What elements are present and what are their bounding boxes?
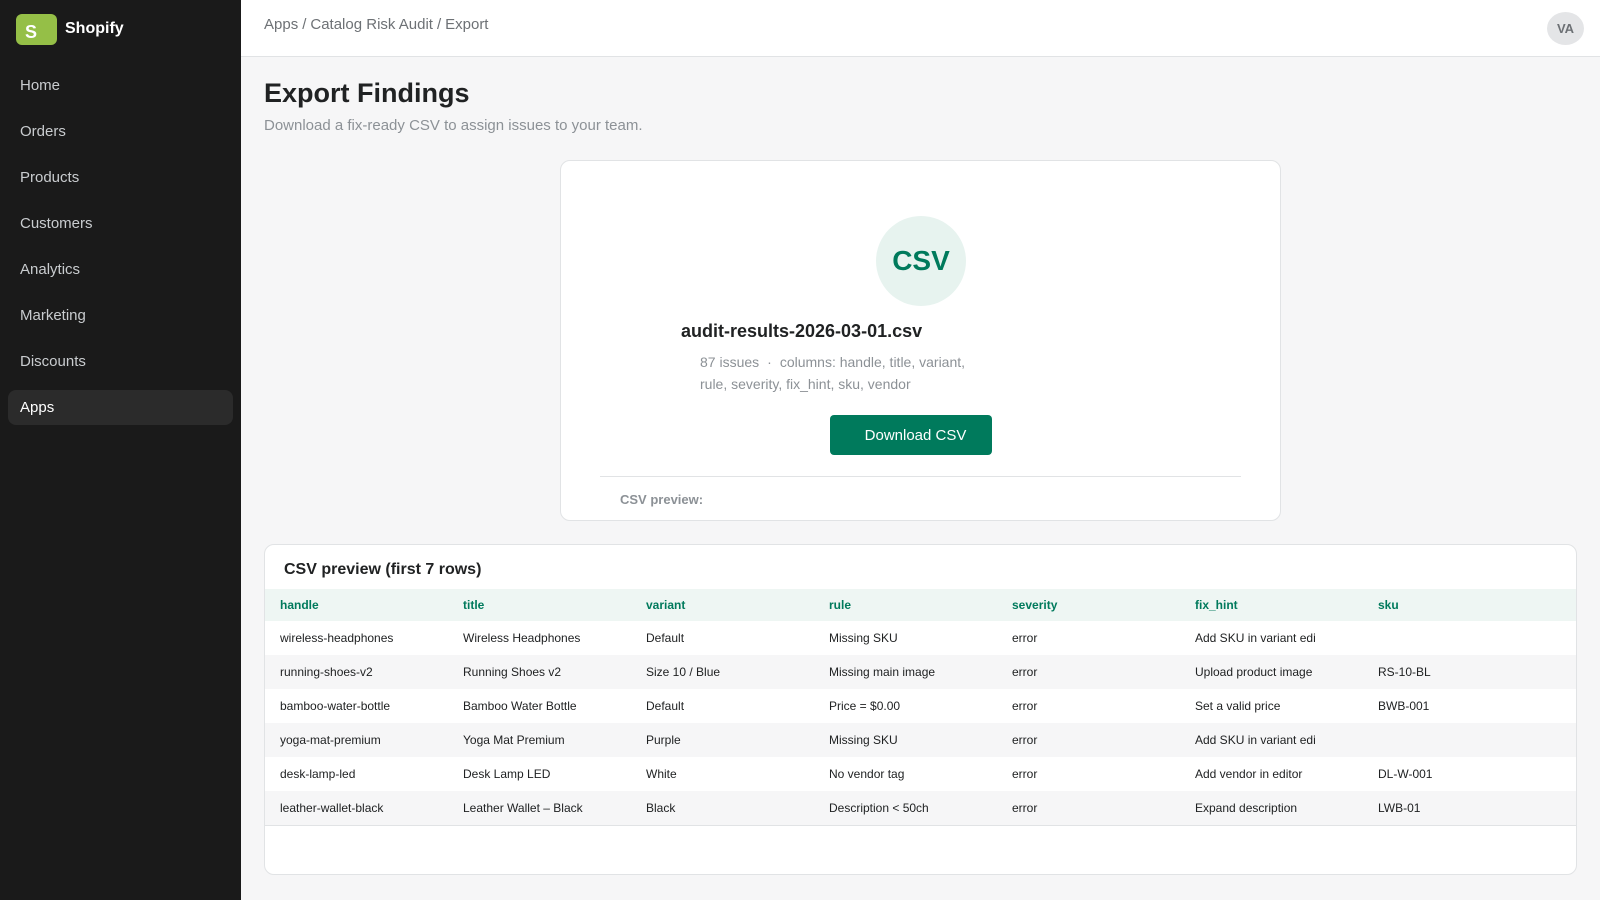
table-cell: yoga-mat-premium [265,723,448,757]
table-cell: Size 10 / Blue [631,655,814,689]
table-cell: Default [646,699,685,713]
sidebar-item-discounts[interactable]: Discounts [8,344,233,379]
table-cell: error [1012,631,1038,645]
breadcrumb-current: Export [445,16,489,33]
table-cell: leather-wallet-black [265,791,448,826]
shopify-logo-icon: S [16,13,57,45]
table-cell: Missing main image [814,655,997,689]
table-cell: running-shoes-v2 [265,655,448,689]
table-cell: Add SKU in variant edi [1180,723,1363,757]
export-card: CSV audit-results-2026-03-01.csv 87 issu… [560,160,1281,521]
table-cell: Bamboo Water Bottle [463,699,577,713]
table-cell: error [997,655,1180,689]
file-meta: 87 issues · columns: handle, title, varian… [700,351,990,395]
table-cell: Add SKU in variant edi [1195,631,1316,645]
table-row: wireless-headphones Wireless Headphones … [265,621,1576,655]
avatar[interactable]: VA [1547,12,1584,45]
meta-separator: · [767,354,772,370]
page-subtitle: Download a fix-ready CSV to assign issue… [264,117,643,134]
download-csv-label: Download CSV [864,426,967,444]
csv-preview-caption: CSV preview: [620,492,704,507]
table-cell: Desk Lamp LED [463,767,551,781]
table-cell: DL-W-001 [1378,767,1433,781]
sidebar-item-marketing[interactable]: Marketing [8,298,233,333]
column-header: title [448,589,631,621]
table-cell: BWB-001 [1378,699,1430,713]
table-cell: Expand description [1180,791,1363,826]
sidebar-item-analytics[interactable]: Analytics [8,252,233,287]
breadcrumb: Apps / Catalog Risk Audit / Export [264,16,488,33]
table-cell: error [997,723,1180,757]
table-cell: Leather Wallet – Black [448,791,631,826]
breadcrumb-separator: / [302,16,307,33]
sidebar-nav: Home Orders Products Customers Analytics… [0,68,241,425]
table-cell: Wireless Headphones [463,631,581,645]
column-header: handle [265,589,448,621]
file-name: audit-results-2026-03-01.csv [681,321,923,341]
csv-preview-table: handle title variant rule severity fix_h… [265,589,1576,826]
brand-name: Shopify [65,20,124,37]
download-csv-button[interactable]: Download CSV [830,415,992,455]
sidebar-item-products[interactable]: Products [8,160,233,195]
csv-preview-title: CSV preview (first 7 rows) [284,561,482,578]
table-cell: wireless-headphones [280,631,394,645]
table-cell: Upload product image [1180,655,1363,689]
column-header: variant [631,589,814,621]
divider [600,476,1241,477]
table-cell: RS-10-BL [1363,655,1576,689]
table-header-row: handle title variant rule severity fix_h… [265,589,1576,621]
table-cell: LWB-01 [1363,791,1576,826]
table-cell [1363,723,1576,757]
table-cell: Price = $0.00 [829,699,901,713]
table-cell [1363,621,1576,655]
breadcrumb-catalog-risk-audit[interactable]: Catalog Risk Audit [310,16,433,33]
breadcrumb-separator: / [436,16,442,33]
issue-count: 87 issues [700,354,760,370]
table-row: desk-lamp-led Desk Lamp LED White No ven… [265,757,1576,791]
csv-preview-card: CSV preview (first 7 rows) handle title … [264,544,1577,875]
top-bar: Apps / Catalog Risk Audit / Export VA [241,0,1600,57]
table-cell: White [646,767,677,781]
table-cell: Add vendor in editor [1195,767,1303,781]
sidebar: S Shopify Home Orders Products Customers… [0,0,241,900]
table-cell: Yoga Mat Premium [448,723,631,757]
sidebar-item-orders[interactable]: Orders [8,114,233,149]
table-cell: error [1012,767,1038,781]
sidebar-item-apps[interactable]: Apps [8,390,233,425]
table-cell: Missing SKU [814,723,997,757]
page-title: Export Findings [264,78,470,108]
column-header: severity [997,589,1180,621]
table-cell: Purple [631,723,814,757]
table-row: bamboo-water-bottle Bamboo Water Bottle … [265,689,1576,723]
table-cell: desk-lamp-led [280,767,356,781]
csv-file-icon: CSV [876,216,966,306]
column-header: fix_hint [1180,589,1363,621]
table-cell: error [997,791,1180,826]
table-cell: Missing SKU [829,631,898,645]
table-row: running-shoes-v2 Running Shoes v2 Size 1… [265,655,1576,689]
sidebar-item-home[interactable]: Home [8,68,233,103]
column-header: rule [814,589,997,621]
sidebar-item-customers[interactable]: Customers [8,206,233,241]
table-cell: Set a valid price [1195,699,1281,713]
brand[interactable]: S Shopify [0,0,241,58]
table-cell: Black [631,791,814,826]
table-cell: Default [646,631,685,645]
table-cell: Running Shoes v2 [448,655,631,689]
table-cell: Description < 50ch [814,791,997,826]
table-cell: bamboo-water-bottle [280,699,391,713]
table-row: leather-wallet-black Leather Wallet – Bl… [265,791,1576,826]
table-cell: No vendor tag [829,767,905,781]
table-cell: error [1012,699,1038,713]
column-header: sku [1363,589,1576,621]
table-row: yoga-mat-premium Yoga Mat Premium Purple… [265,723,1576,757]
breadcrumb-apps[interactable]: Apps [264,16,298,33]
